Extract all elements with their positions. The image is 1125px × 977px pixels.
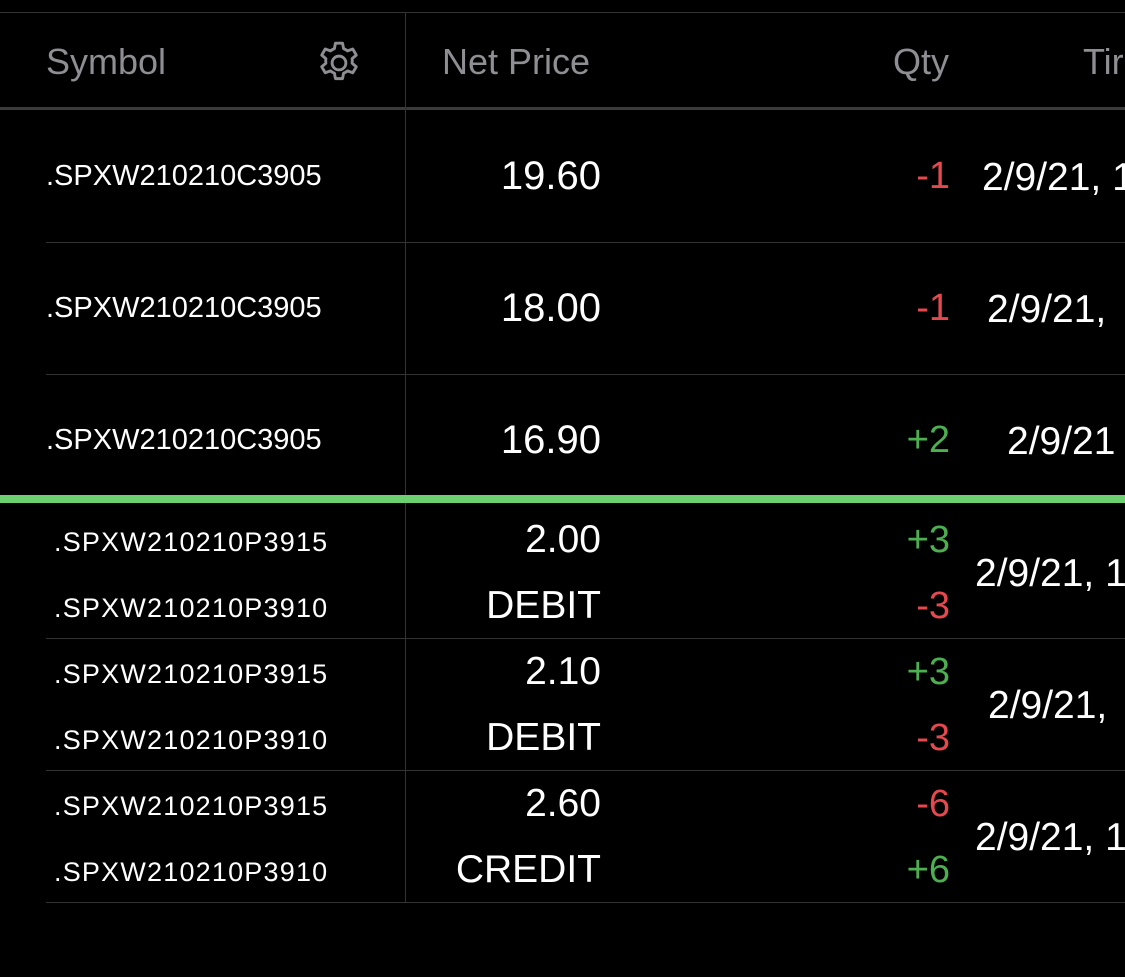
leg-symbol: .SPXW210210P3915 bbox=[54, 659, 329, 689]
spread-price-type: DEBIT bbox=[486, 584, 601, 627]
row-net-price: 18.00 bbox=[500, 286, 601, 330]
spread-price-type: DEBIT bbox=[486, 716, 601, 759]
row-separator bbox=[46, 242, 1125, 243]
row-symbol: .SPXW210210C3905 bbox=[46, 160, 322, 192]
spread-price-type: CREDIT bbox=[455, 848, 601, 891]
row-qty: -1 bbox=[916, 155, 950, 197]
symbol-column-divider bbox=[405, 12, 406, 902]
gear-icon[interactable] bbox=[314, 38, 364, 88]
column-header-time[interactable]: Tir bbox=[1083, 42, 1124, 82]
row-symbol: .SPXW210210C3905 bbox=[46, 292, 322, 324]
leg-symbol: .SPXW210210P3915 bbox=[54, 527, 329, 557]
header-top-border bbox=[0, 12, 1125, 13]
row-time: 2/9/21, 1 bbox=[982, 156, 1125, 199]
leg-qty: +6 bbox=[906, 849, 950, 891]
column-header-symbol[interactable]: Symbol bbox=[46, 42, 166, 82]
leg-qty: +3 bbox=[906, 651, 950, 693]
leg-symbol: .SPXW210210P3915 bbox=[54, 791, 329, 821]
leg-symbol: .SPXW210210P3910 bbox=[54, 725, 329, 755]
spread-time: 2/9/21, bbox=[988, 684, 1108, 727]
row-qty: -1 bbox=[916, 287, 950, 329]
section-divider bbox=[0, 495, 1125, 503]
spread-time: 2/9/21, 1 bbox=[975, 552, 1125, 595]
column-header-qty[interactable]: Qty bbox=[893, 42, 949, 82]
spread-net-price: 2.60 bbox=[525, 782, 601, 825]
leg-qty: +3 bbox=[906, 519, 950, 561]
column-header-net-price[interactable]: Net Price bbox=[442, 42, 590, 82]
row-net-price: 16.90 bbox=[500, 418, 601, 462]
row-qty: +2 bbox=[906, 419, 950, 461]
row-symbol: .SPXW210210C3905 bbox=[46, 424, 322, 456]
leg-qty: -3 bbox=[916, 585, 950, 627]
row-separator bbox=[46, 770, 1125, 771]
header-bottom-border bbox=[0, 107, 1125, 110]
leg-qty: -3 bbox=[916, 717, 950, 759]
row-time: 2/9/21, bbox=[987, 288, 1107, 331]
spread-time: 2/9/21, 1 bbox=[975, 816, 1125, 859]
leg-symbol: .SPXW210210P3910 bbox=[54, 593, 329, 623]
spread-net-price: 2.10 bbox=[525, 650, 601, 693]
leg-symbol: .SPXW210210P3910 bbox=[54, 857, 329, 887]
row-separator bbox=[46, 902, 1125, 903]
row-separator bbox=[46, 638, 1125, 639]
leg-qty: -6 bbox=[916, 783, 950, 825]
row-net-price: 19.60 bbox=[500, 154, 601, 198]
spread-net-price: 2.00 bbox=[525, 518, 601, 561]
row-separator bbox=[46, 374, 1125, 375]
row-time: 2/9/21 bbox=[1007, 420, 1116, 463]
